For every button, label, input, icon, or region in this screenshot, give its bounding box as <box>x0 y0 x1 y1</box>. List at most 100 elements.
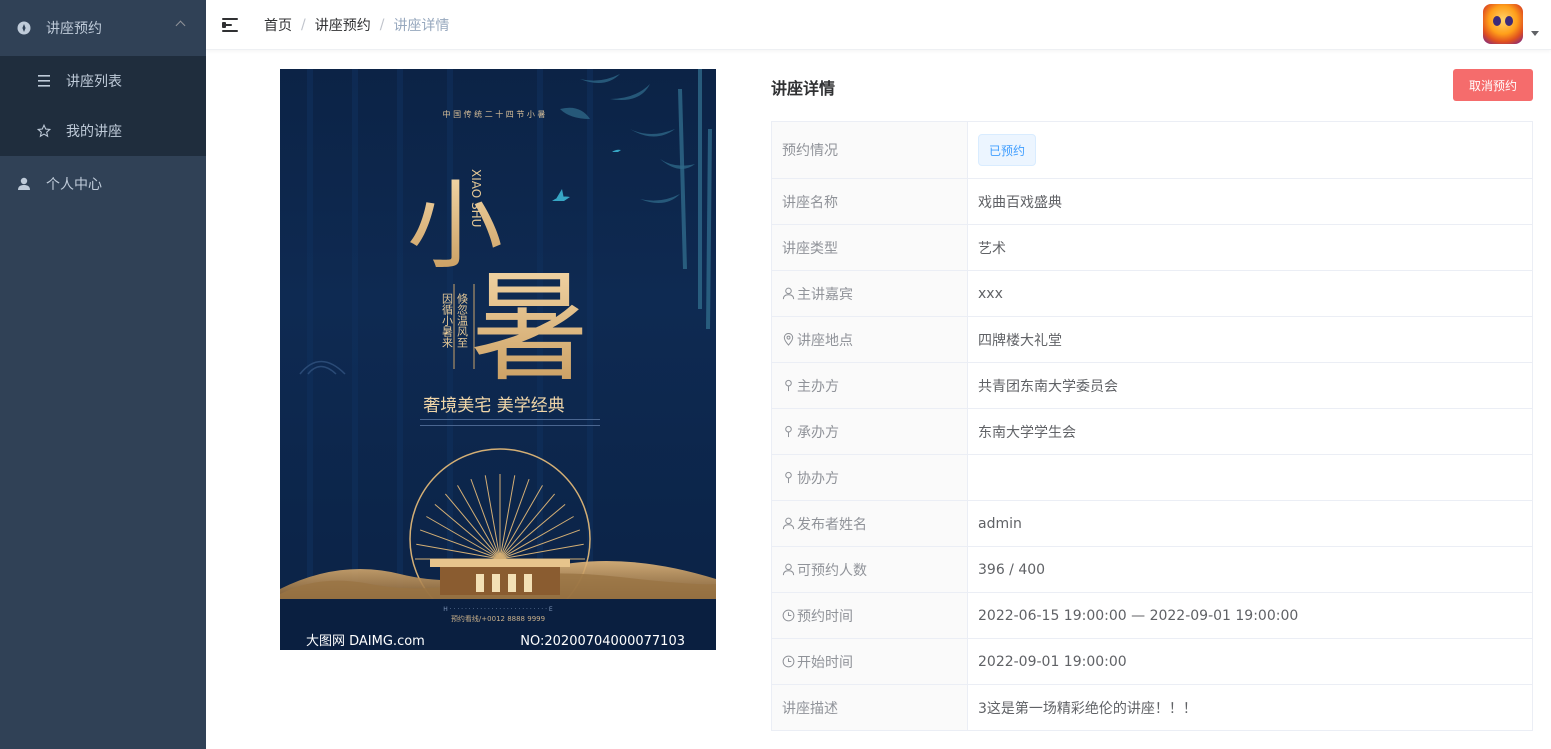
detail-row-label-text: 讲座地点 <box>797 332 853 349</box>
detail-row-label: 讲座描述 <box>771 684 968 731</box>
pin-icon <box>782 425 795 438</box>
detail-row-label: 协办方 <box>771 454 968 501</box>
breadcrumb: 首页 / 讲座预约 / 讲座详情 <box>264 15 449 35</box>
poster-top-text: 中 国 传 统 二 十 四 节 小 暑 <box>443 109 546 119</box>
breadcrumb-separator: / <box>379 16 385 33</box>
detail-row-label: 预约情况 <box>771 121 968 179</box>
list-icon <box>36 73 52 89</box>
detail-row-label-text: 发布者姓名 <box>797 516 867 533</box>
detail-row: 主办方 共青团东南大学委员会 <box>771 362 1533 409</box>
poster-slogan: 奢境美宅 美学经典 <box>423 396 564 416</box>
detail-row-label: 讲座类型 <box>771 224 968 271</box>
breadcrumb-separator: / <box>301 16 306 33</box>
detail-row-value: 四牌楼大礼堂 <box>967 316 1533 363</box>
menu-lecture-booking[interactable]: 讲座预约 <box>0 0 206 56</box>
detail-row: 预约情况 已预约 <box>771 121 1533 179</box>
detail-row-label-text: 讲座描述 <box>782 700 838 717</box>
sidebar-item-label: 我的讲座 <box>66 124 122 140</box>
breadcrumb-lecture-booking[interactable]: 讲座预约 <box>315 15 371 35</box>
detail-row-label-text: 开始时间 <box>797 654 853 671</box>
breadcrumb-lecture-detail: 讲座详情 <box>393 17 450 34</box>
poster-artwork: 中 国 传 统 二 十 四 节 小 暑 小 暑 XIAO SHU 倏忽温风至 因… <box>280 69 716 650</box>
sidebar-item-label: 讲座列表 <box>66 74 122 90</box>
detail-row: 预约时间 2022-06-15 19:00:00 — 2022-09-01 19:… <box>771 592 1533 639</box>
chevron-up-icon <box>175 20 186 31</box>
sidebar-item-lecture-list[interactable]: 讲座列表 <box>0 56 206 106</box>
navbar: 首页 / 讲座预约 / 讲座详情 <box>206 0 1551 50</box>
poster-vertical-1: 倏忽温风至 <box>456 292 469 348</box>
detail-row-value <box>967 454 1533 501</box>
user-icon <box>782 517 795 530</box>
detail-row-value: 艺术 <box>967 224 1533 271</box>
poster-hotline: 预约看线/+0012 8888 9999 <box>451 614 545 623</box>
detail-row-value: 共青团东南大学委员会 <box>967 362 1533 409</box>
detail-row: 承办方 东南大学学生会 <box>771 408 1533 455</box>
detail-row: 主讲嘉宾 xxx <box>771 270 1533 317</box>
detail-row-label-text: 承办方 <box>797 424 839 441</box>
poster-watermark-right: NO:20200704000077103 <box>520 634 685 649</box>
cancel-booking-button[interactable]: 取消预约 <box>1453 69 1533 101</box>
clock-icon <box>782 655 795 668</box>
detail-row-value: 2022-09-01 19:00:00 <box>967 638 1533 685</box>
user-icon <box>16 176 32 192</box>
sidebar-item-my-lectures[interactable]: 我的讲座 <box>0 106 206 156</box>
detail-row-label: 预约时间 <box>771 592 968 639</box>
pin-icon <box>782 379 795 392</box>
detail-row-label-text: 预约情况 <box>782 143 838 159</box>
caret-down-icon[interactable] <box>1531 31 1539 36</box>
detail-row: 协办方 <box>771 454 1533 501</box>
lecture-detail-table: 预约情况 已预约讲座名称 戏曲百戏盛典讲座类型 艺术主讲嘉宾 xxx 讲座地点 四牌楼大礼堂… <box>771 121 1533 731</box>
detail-row: 讲座类型 艺术 <box>771 224 1533 271</box>
detail-row: 开始时间 2022-09-01 19:00:00 <box>771 638 1533 685</box>
sidebar-item-label: 个人中心 <box>46 177 102 193</box>
detail-row: 发布者姓名 admin <box>771 500 1533 547</box>
poster-big-char-2: 暑 <box>470 259 590 398</box>
menu-lecture-booking-label: 讲座预约 <box>46 21 102 37</box>
lecture-poster: 中 国 传 统 二 十 四 节 小 暑 小 暑 XIAO SHU 倏忽温风至 因… <box>280 69 716 650</box>
detail-row-label-text: 可预约人数 <box>797 562 867 579</box>
sidebar-item-personal-center[interactable]: 个人中心 <box>0 156 206 212</box>
submenu: 讲座列表 我的讲座 <box>0 56 206 156</box>
detail-title: 讲座详情 <box>771 79 836 98</box>
compass-icon <box>16 20 32 36</box>
detail-row: 可预约人数 396 / 400 <box>771 546 1533 593</box>
status-badge: 已预约 <box>978 134 1037 166</box>
detail-row-label: 主办方 <box>771 362 968 409</box>
hamburger-icon[interactable] <box>222 17 240 32</box>
user-icon <box>782 563 795 576</box>
detail-row-label-text: 讲座类型 <box>782 240 838 257</box>
breadcrumb-home[interactable]: 首页 <box>264 15 292 35</box>
detail-row-value: admin <box>967 500 1533 547</box>
user-dropdown[interactable] <box>1483 4 1539 44</box>
pin-icon <box>782 471 795 484</box>
location-icon <box>782 333 795 346</box>
detail-row-label: 讲座名称 <box>771 178 968 225</box>
detail-row-value: 3这是第一场精彩绝伦的讲座！！！ <box>967 684 1533 731</box>
poster-watermark-left: 大图网 DAIMG.com <box>306 634 425 649</box>
star-icon <box>36 123 52 139</box>
detail-row-value: 东南大学学生会 <box>967 408 1533 455</box>
user-icon <box>782 287 795 300</box>
poster-vertical-2: 因循小暑来 <box>441 293 454 348</box>
detail-row-label: 主讲嘉宾 <box>771 270 968 317</box>
poster-fan <box>415 474 585 560</box>
detail-row-label-text: 主办方 <box>797 378 839 395</box>
detail-row: 讲座地点 四牌楼大礼堂 <box>771 316 1533 363</box>
clock-icon <box>782 609 795 622</box>
detail-row-label: 发布者姓名 <box>771 500 968 547</box>
detail-row-value: 396 / 400 <box>967 546 1533 593</box>
detail-row: 讲座描述 3这是第一场精彩绝伦的讲座！！！ <box>771 684 1533 731</box>
detail-row-label-text: 主讲嘉宾 <box>797 286 853 303</box>
detail-row-label: 开始时间 <box>771 638 968 685</box>
detail-row-label-text: 协办方 <box>797 470 839 487</box>
detail-row-value: 2022-06-15 19:00:00 — 2022-09-01 19:00:0… <box>967 592 1533 639</box>
detail-row-value: 已预约 <box>967 121 1533 179</box>
detail-row-value: xxx <box>967 270 1533 317</box>
svg-text:H · · · · · · · · · · · · · ·: H · · · · · · · · · · · · · · · · · · · … <box>443 606 553 613</box>
avatar[interactable] <box>1483 4 1523 44</box>
detail-row-value: 戏曲百戏盛典 <box>967 178 1533 225</box>
detail-row: 讲座名称 戏曲百戏盛典 <box>771 178 1533 225</box>
sidebar: 讲座预约 讲座列表 我的讲座 个人中心 <box>0 0 206 749</box>
detail-row-label: 承办方 <box>771 408 968 455</box>
detail-row-label-text: 讲座名称 <box>782 194 838 211</box>
